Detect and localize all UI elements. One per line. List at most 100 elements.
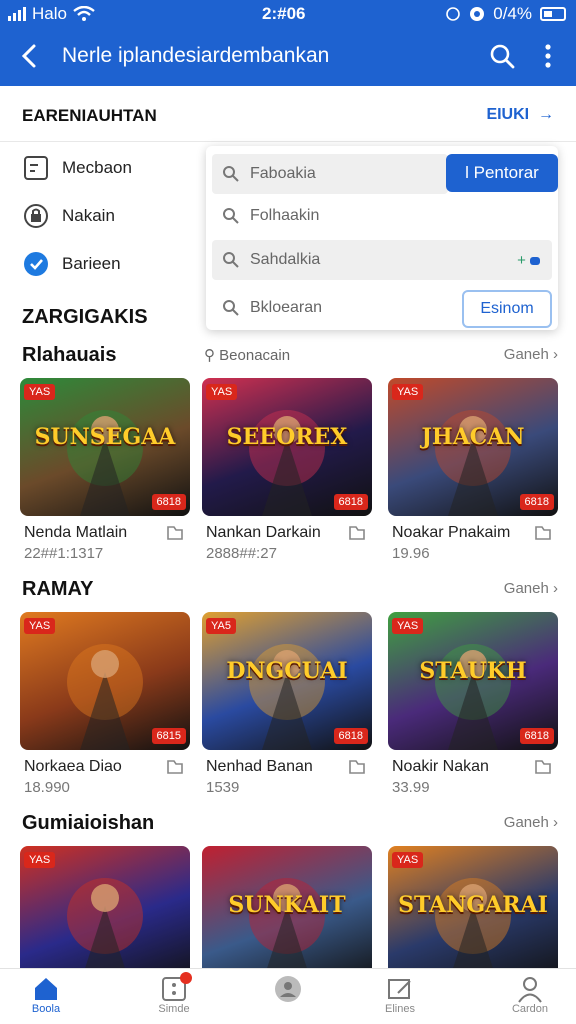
badge-top-left: YAS [24,618,56,634]
outline-button[interactable]: Esinom [462,290,552,328]
game-logo: SEEOREX [226,424,348,450]
dropdown-item-label: Folhaakin [250,207,320,224]
back-arrow-icon[interactable] [18,42,42,70]
row-filter[interactable]: ⚲ Beonacain [204,346,290,364]
side-item-label: Barieen [62,254,121,273]
dropdown-item[interactable]: Bkloearan [212,288,452,328]
see-all-link[interactable]: Ganeh › [504,580,558,597]
search-icon[interactable] [488,42,516,70]
see-all-link[interactable]: Ganeh › [504,346,558,363]
dropdown-trail: + [517,252,540,269]
see-all-label: Ganeh [503,814,549,831]
section-link-label: EIUKI [486,106,530,123]
signal-icon [8,7,26,21]
more-vert-icon[interactable] [538,42,558,70]
nav-item-profile[interactable] [248,975,328,1003]
section-link[interactable]: EIUKI → [486,106,554,124]
nav-label: Simde [158,1003,190,1015]
game-title: Nankan Darkain [206,524,321,541]
nav-label: Cardon [511,1003,549,1015]
game-title: Nenda Matlain [24,524,128,541]
bookmark-icon[interactable] [348,759,366,775]
game-thumbnail[interactable]: YAS SEEOREX 6818 [202,378,372,516]
game-meta: 1539 [206,779,240,796]
app-bar: Nerle iplandesiardembankan [0,28,576,86]
game-thumbnail[interactable]: SUNKAIT [202,846,372,984]
badge-top-left: YA5 [206,618,236,634]
dropdown-item[interactable]: Sahdalkia [212,240,552,280]
game-title: Nenhad Banan [206,758,313,775]
game-logo: JHACAN [421,424,525,450]
row-header: Rlahauais ⚲ Beonacain Ganeh › [22,344,558,372]
home-icon [35,978,57,1000]
row-title: Gumiaioishan [22,812,155,834]
search-icon [223,208,239,224]
profile-icon [275,976,301,1002]
see-all-link[interactable]: Ganeh › [504,814,558,831]
badge-top-left: YAS [392,852,424,868]
dropdown-item-label: Faboakia [250,165,316,182]
bookmark-icon[interactable] [166,759,184,775]
dropdown-item[interactable]: Folhaakin [212,196,552,236]
nav-item-elines[interactable]: Elines [360,975,440,1015]
game-thumbnail[interactable]: YA5 DNGCUAI 6818 [202,612,372,750]
notification-badge [180,972,192,984]
nav-label: Boola [31,1003,61,1015]
badge-bottom-right: 6815 [151,728,186,744]
side-item-barieen[interactable]: Barieen [22,250,121,278]
badge-top-left: YAS [24,384,56,400]
game-title: Noakar Pnakaim [392,524,511,541]
primary-button[interactable]: l Pentorar [446,154,558,192]
bookmark-icon[interactable] [534,759,552,775]
badge-top-left: YAS [392,384,424,400]
game-logo: STANGARAI [398,892,548,918]
game-meta: 18.990 [24,779,70,796]
badge-top-left: YAS [206,384,238,400]
chevron-right-icon: › [553,346,558,363]
search-icon [223,300,239,316]
dropdown-item-label: Bkloearan [250,299,323,316]
see-all-label: Ganeh [503,580,549,597]
search-dropdown: Faboakia l Pentorar Folhaakin Sahdalkia … [206,146,558,330]
bookmark-icon[interactable] [166,525,184,541]
dropdown-item[interactable]: Faboakia [212,154,448,194]
game-thumbnail[interactable]: YAS SUNSEGAA 6818 [20,378,190,516]
game-thumbnail[interactable]: YAS [20,846,190,984]
side-item-mecbaon[interactable]: Mecbaon [22,154,132,182]
page-title: Nerle iplandesiardembankan [62,44,330,67]
user-icon [518,977,542,1003]
badge-top-left: YAS [392,618,424,634]
shield-icon [22,250,50,278]
row-header: RAMAY Ganeh › [22,578,558,606]
bookmark-icon[interactable] [534,525,552,541]
game-meta: 19.96 [392,545,430,562]
battery-icon [540,7,566,21]
nav-item-simde[interactable]: Simde [134,972,214,1015]
game-thumbnail[interactable]: YAS 6815 [20,612,190,750]
badge-top-left: YAS [24,852,56,868]
badge-bottom-right: 6818 [333,728,368,744]
side-item-label: Mecbaon [62,158,132,177]
battery-percent: 0/4% [493,4,532,23]
side-item-nakain[interactable]: Nakain [22,202,115,230]
game-thumbnail[interactable]: YAS STAUKH 6818 [388,612,558,750]
bookmark-icon[interactable] [348,525,366,541]
chevron-right-icon: › [553,814,558,831]
row-filter-label: Beonacain [219,347,291,364]
see-all-label: Ganeh [503,346,549,363]
data-saver-icon [446,7,461,21]
nav-item-account[interactable]: Cardon [490,975,570,1015]
nav-item-home[interactable]: Boola [6,975,86,1015]
search-icon [223,252,239,268]
game-thumbnail[interactable]: YAS JHACAN 6818 [388,378,558,516]
badge-bottom-right: 6818 [333,494,368,510]
badge-bottom-right: 6818 [151,494,186,510]
lock-icon [22,202,50,230]
game-logo: SUNSEGAA [34,424,176,450]
clock: 2:#06 [262,4,306,23]
chevron-right-icon: › [553,580,558,597]
game-logo: SUNKAIT [228,892,346,918]
row-title: RAMAY [22,578,94,600]
game-thumbnail[interactable]: YAS STANGARAI [388,846,558,984]
game-logo: DNGCUAI [226,658,348,684]
